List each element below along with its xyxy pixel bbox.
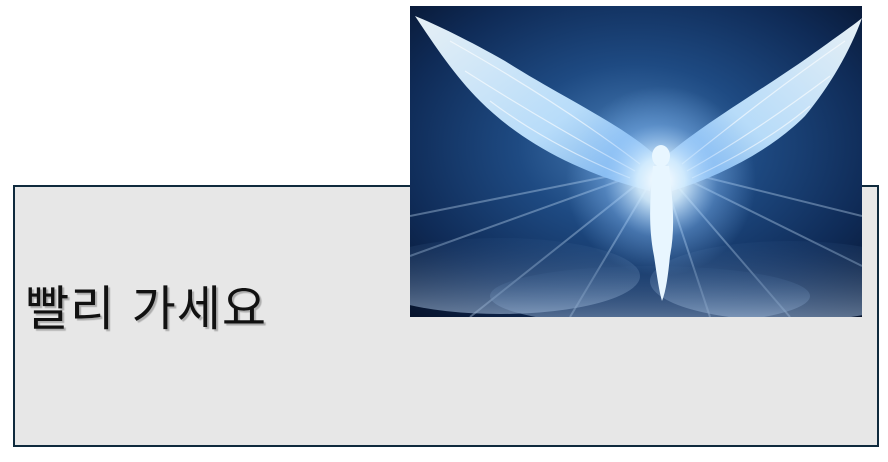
- angel-image: [410, 6, 862, 317]
- message-text: 빨리 가세요: [25, 281, 268, 337]
- angel-illustration: [410, 6, 862, 317]
